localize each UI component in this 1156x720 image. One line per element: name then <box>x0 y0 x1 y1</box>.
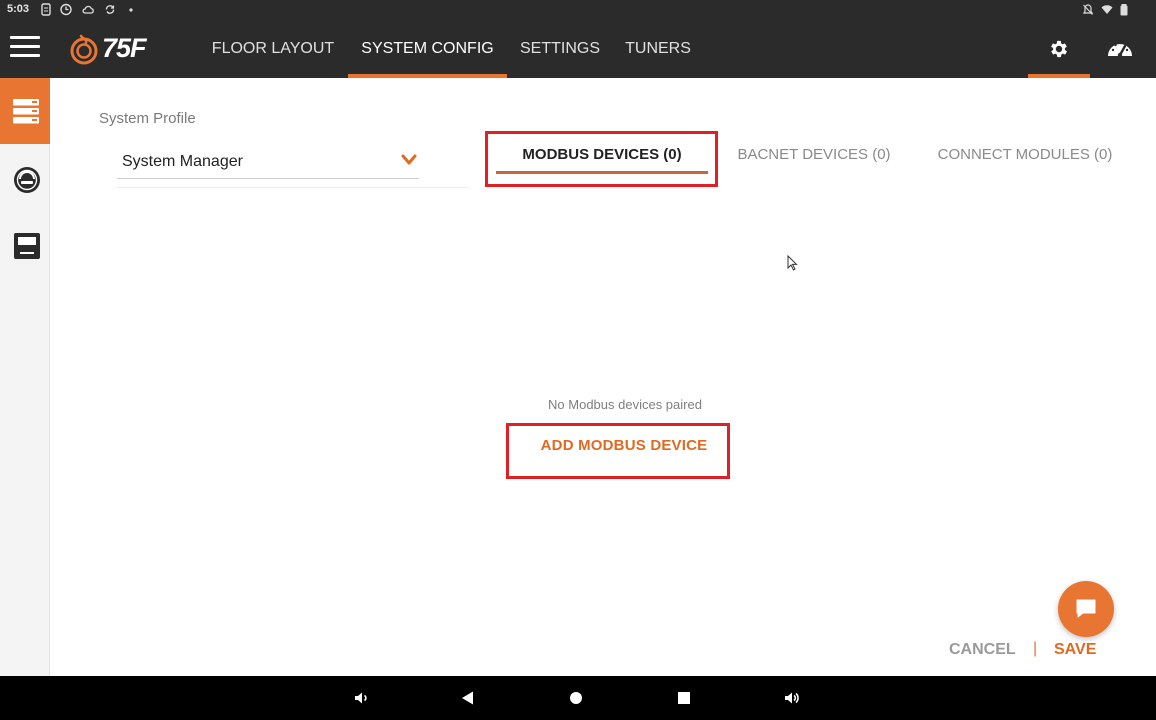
status-bar: 5:03 <box>0 0 1156 20</box>
dashboard-gauge-button[interactable] <box>1106 36 1134 62</box>
rail-item-thermostat[interactable] <box>13 232 41 260</box>
wifi-icon <box>1101 3 1113 16</box>
profile-divider <box>117 187 469 188</box>
chevron-down-icon <box>401 154 417 165</box>
nav-tab-system-config[interactable]: SYSTEM CONFIG <box>348 20 507 78</box>
empty-state-message: No Modbus devices paired <box>548 397 702 412</box>
nav-tab-floor-layout[interactable]: FLOOR LAYOUT <box>200 20 346 78</box>
home-icon[interactable] <box>567 689 585 707</box>
action-separator: | <box>1033 640 1038 657</box>
system-profile-value: System Manager <box>122 153 243 170</box>
highlight-box-add-device <box>506 423 730 479</box>
app-bar: 75F FLOOR LAYOUT SYSTEM CONFIG SETTINGS … <box>0 20 1156 78</box>
nav-tab-settings[interactable]: SETTINGS <box>510 20 610 78</box>
menu-icon-line <box>10 36 40 39</box>
dial-icon <box>14 167 40 193</box>
brand-name: 75F <box>102 33 147 63</box>
menu-icon-line <box>10 45 40 48</box>
cloud-icon <box>82 3 94 16</box>
rail-item-dial[interactable] <box>13 166 41 194</box>
nav-tab-tuners[interactable]: TUNERS <box>614 20 702 78</box>
flame-logo-icon <box>70 34 98 65</box>
system-profile-label: System Profile <box>99 110 196 127</box>
tab-bacnet-devices[interactable]: BACNET DEVICES (0) <box>726 140 902 174</box>
menu-button[interactable] <box>10 36 40 62</box>
chat-bubble-icon <box>1076 599 1096 618</box>
brand-logo: 75F <box>68 31 164 67</box>
battery-icon <box>1118 3 1130 16</box>
system-config-icon <box>13 99 39 124</box>
highlight-box-modbus-tab <box>485 131 718 187</box>
dot-icon <box>125 3 137 16</box>
rail-item-system[interactable] <box>0 78 50 144</box>
recents-icon[interactable] <box>675 689 693 707</box>
sync-icon <box>104 3 116 16</box>
thermostat-icon <box>14 233 40 259</box>
sim-icon <box>40 3 52 16</box>
volume-up-icon[interactable] <box>783 689 801 707</box>
status-time: 5:03 <box>7 3 30 15</box>
clock-icon <box>60 3 72 16</box>
back-icon[interactable] <box>459 689 477 707</box>
settings-gear-button[interactable] <box>1028 20 1090 78</box>
system-nav-bar <box>0 676 1156 720</box>
tab-connect-modules[interactable]: CONNECT MODULES (0) <box>926 140 1124 174</box>
gear-icon <box>1051 40 1067 58</box>
menu-icon-line <box>10 54 40 57</box>
mouse-cursor-icon <box>787 255 798 271</box>
system-profile-dropdown[interactable]: System Manager <box>117 147 419 179</box>
side-rail <box>0 78 50 676</box>
volume-down-icon[interactable] <box>352 689 370 707</box>
cancel-button[interactable]: CANCEL <box>949 641 1016 659</box>
chat-button[interactable] <box>1058 581 1114 637</box>
gauge-icon <box>1108 41 1132 58</box>
mute-icon <box>1082 3 1094 16</box>
save-button[interactable]: SAVE <box>1054 641 1096 659</box>
